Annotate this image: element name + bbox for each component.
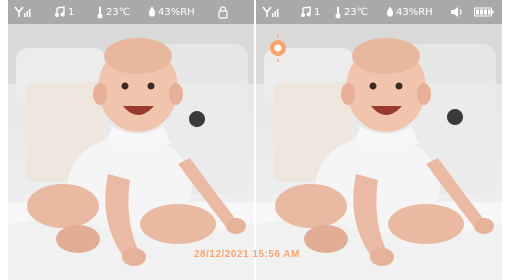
baby-hand [370, 248, 394, 266]
baby-foot [56, 225, 100, 253]
camera-feed-right [256, 24, 502, 280]
baby-leg [140, 204, 216, 244]
status-bar-left: 1 23℃ 43%RH [8, 0, 254, 24]
pillow-button [447, 109, 463, 125]
music-count: 1 [68, 6, 75, 18]
humidity-indicator: 43%RH [386, 0, 433, 24]
lock-icon[interactable] [218, 0, 228, 24]
camera-pane-right[interactable]: 1 23℃ 43%RH [256, 0, 502, 280]
humidity-indicator: 43%RH [148, 0, 195, 24]
music-indicator: 1 [54, 0, 74, 24]
humidity-value: 43%RH [396, 6, 433, 18]
humidity-value: 43%RH [158, 6, 195, 18]
pillow-button [189, 111, 205, 127]
baby-hand [226, 218, 246, 234]
battery-icon [474, 0, 494, 24]
baby-leg [388, 204, 464, 244]
thermometer-icon [335, 6, 341, 18]
music-count: 1 [314, 6, 321, 18]
baby-leg [27, 184, 99, 228]
camera-pane-left[interactable]: 1 23℃ 43%RH [8, 0, 254, 280]
timestamp-overlay: 28/12/2021 15:56 AM [194, 249, 300, 260]
droplet-icon [148, 6, 156, 17]
temperature-indicator: 23℃ [96, 0, 130, 24]
baby-hand [474, 218, 494, 234]
signal-icon [262, 0, 280, 24]
droplet-icon [386, 6, 394, 17]
music-icon [55, 6, 65, 17]
music-icon [301, 6, 311, 17]
temperature-indicator: 23℃ [334, 0, 368, 24]
temperature-value: 23℃ [106, 6, 130, 18]
speaker-icon[interactable] [450, 0, 464, 24]
baby-foot [304, 225, 348, 253]
music-indicator: 1 [300, 0, 320, 24]
dual-camera-view: 1 23℃ 43%RH 1 23℃ 43%RH 28/12/2021 15:56… [0, 0, 507, 280]
signal-icon [14, 0, 32, 24]
camera-feed-left [8, 24, 254, 280]
temperature-value: 23℃ [344, 6, 368, 18]
thermometer-icon [97, 6, 103, 18]
baby-hand [122, 248, 146, 266]
baby-leg [275, 184, 347, 228]
status-bar-right: 1 23℃ 43%RH [256, 0, 502, 24]
